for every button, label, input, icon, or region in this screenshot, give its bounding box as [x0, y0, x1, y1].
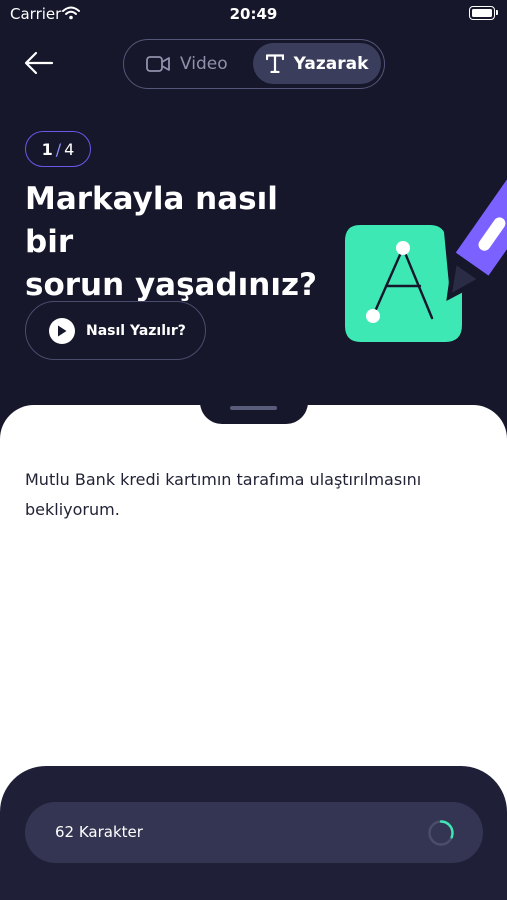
mode-toggle: Video Yazarak — [123, 39, 385, 89]
step-badge: 1 / 4 — [25, 131, 91, 167]
step-current: 1 — [41, 139, 53, 159]
step-total: 4 — [64, 139, 75, 159]
status-bar: Carrier 20:49 — [0, 0, 507, 30]
sheet-notch — [200, 398, 308, 424]
question-title: Markayla nasıl bir sorun yaşadınız? — [25, 178, 325, 307]
mode-yazarak-label: Yazarak — [293, 53, 369, 74]
mode-yazarak-button[interactable]: Yazarak — [253, 43, 381, 84]
step-separator: / — [55, 139, 62, 159]
play-icon — [49, 317, 75, 344]
mode-video-button[interactable]: Video — [146, 40, 228, 87]
battery-icon — [469, 6, 498, 20]
back-button[interactable] — [22, 48, 56, 78]
question-line-1: Markayla nasıl bir — [25, 181, 278, 260]
writing-letter-a-illustration — [340, 120, 507, 350]
drag-handle[interactable] — [230, 406, 277, 410]
character-count-label: 62 Karakter — [55, 823, 143, 841]
mode-video-label: Video — [180, 53, 228, 74]
character-progress-ring — [428, 820, 454, 846]
text-t-icon — [265, 54, 284, 73]
how-to-write-label: Nasıl Yazılır? — [86, 322, 186, 339]
status-time: 20:49 — [229, 5, 278, 23]
how-to-write-button[interactable]: Nasıl Yazılır? — [25, 301, 206, 360]
answer-text-area[interactable]: Mutlu Bank kredi kartımın tarafıma ulaşt… — [25, 465, 465, 525]
video-camera-icon — [146, 55, 170, 72]
character-counter: 62 Karakter — [25, 802, 483, 863]
arrow-left-icon — [24, 51, 54, 75]
